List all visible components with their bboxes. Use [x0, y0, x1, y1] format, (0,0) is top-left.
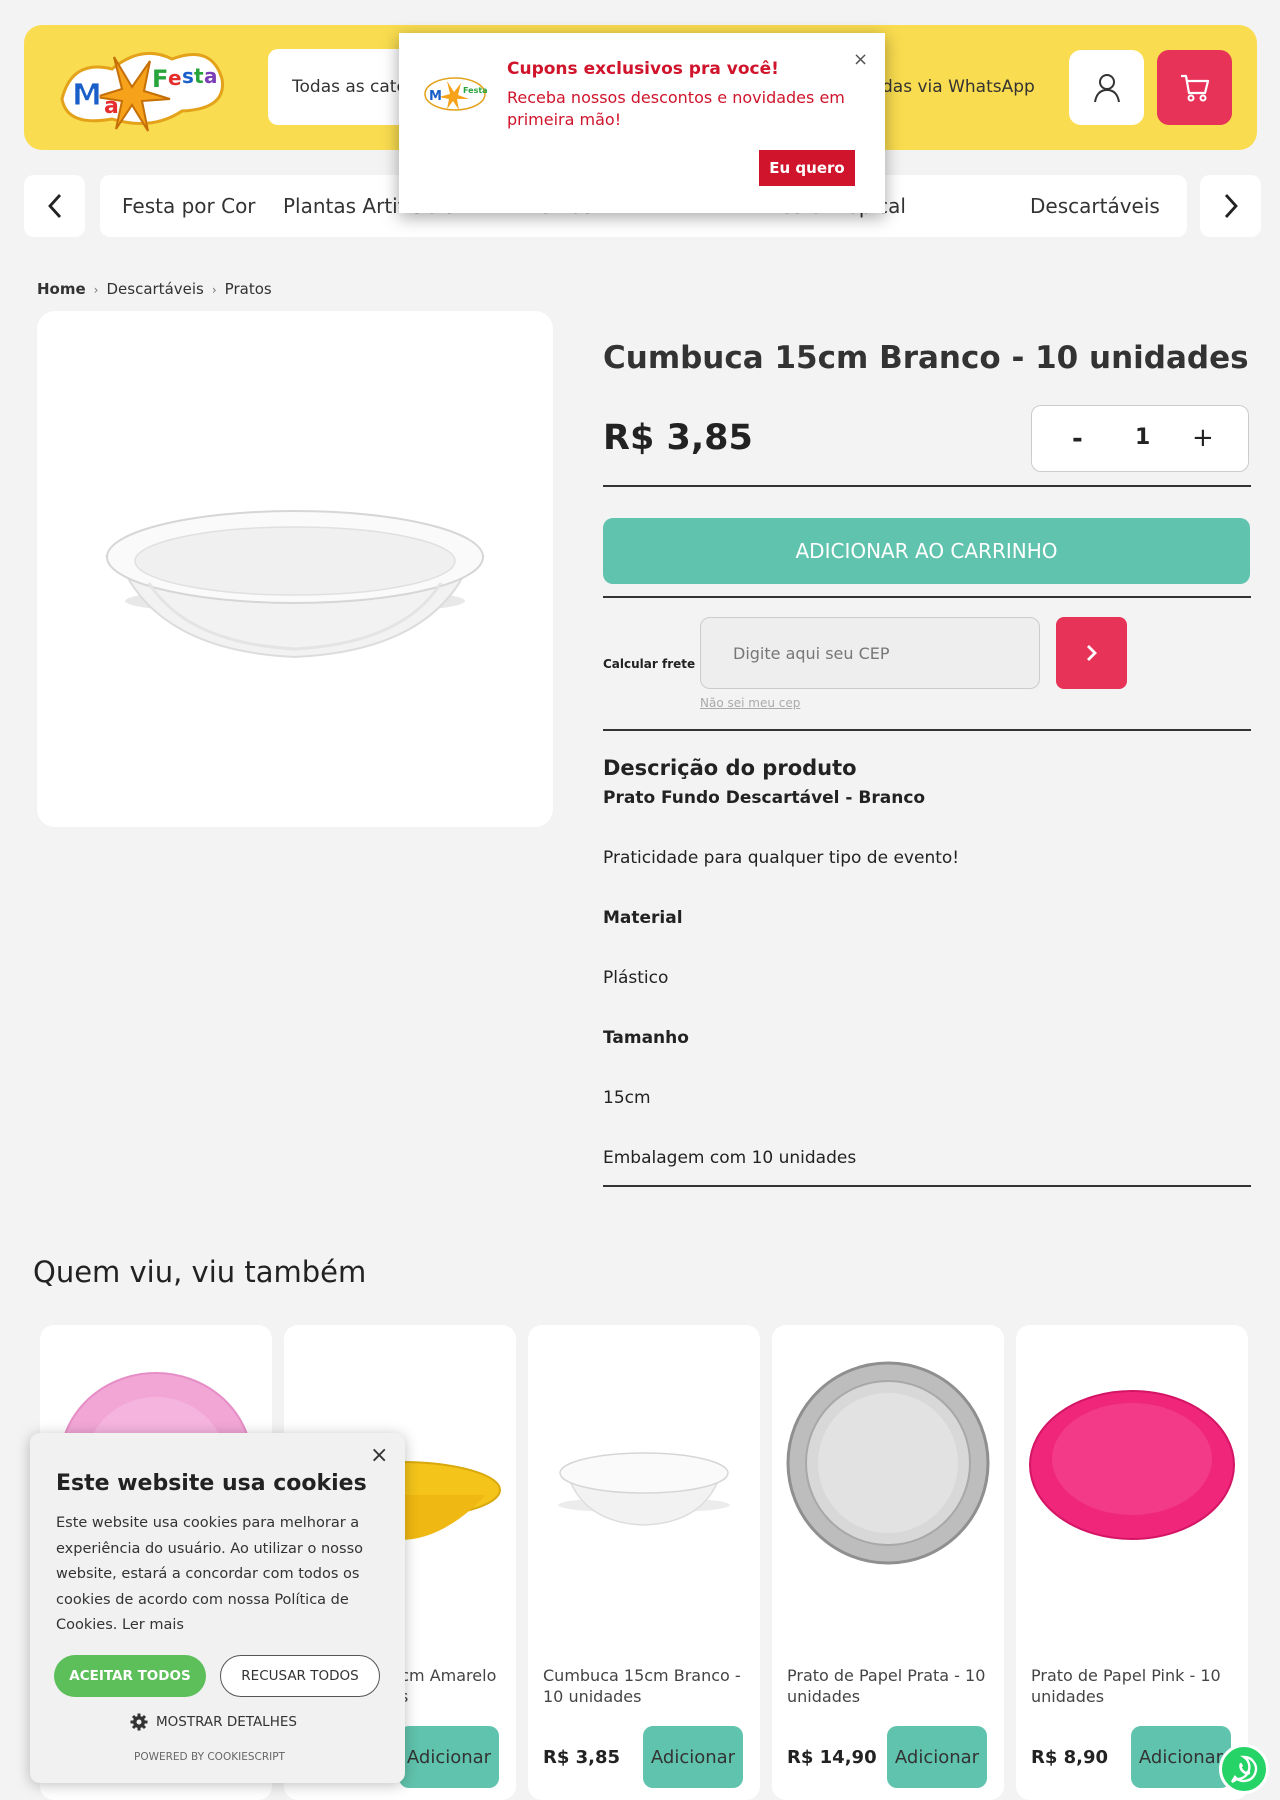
description-size-value: 15cm	[603, 1088, 651, 1108]
cookie-details-label: MOSTRAR DETALHES	[156, 1714, 297, 1730]
unknown-cep-link[interactable]: Não sei meu cep	[700, 696, 800, 710]
divider	[603, 485, 1251, 487]
product-card[interactable]: Cumbuca 15cm Branco - 10 unidades R$ 3,8…	[528, 1325, 760, 1800]
svg-text:M: M	[72, 78, 102, 113]
coupon-popup: M Festa Cupons exclusivos pra você! Rece…	[399, 33, 885, 213]
svg-text:e: e	[168, 66, 182, 90]
description-material-value: Plástico	[603, 968, 669, 988]
shipping-label: Calcular frete	[603, 657, 696, 671]
whatsapp-icon	[1230, 1755, 1258, 1784]
description-size-label: Tamanho	[603, 1028, 689, 1048]
cookie-details-button[interactable]: MOSTRAR DETALHES	[130, 1713, 297, 1731]
breadcrumb: Home › Descartáveis › Pratos	[37, 280, 272, 298]
cookie-text-body: Este website usa cookies para melhorar a…	[56, 1515, 363, 1633]
cookie-accept-button[interactable]: ACEITAR TODOS	[54, 1655, 206, 1697]
nav-item[interactable]: Descartáveis	[1030, 194, 1160, 218]
popup-logo: M Festa	[423, 75, 488, 113]
svg-text:s: s	[182, 64, 194, 88]
nav-prev-button[interactable]	[24, 175, 85, 237]
cookie-title: Este website usa cookies	[56, 1471, 367, 1496]
add-button[interactable]: Adicionar	[643, 1726, 743, 1788]
product-title: Cumbuca 15cm Branco - 10 unidades	[603, 340, 1249, 376]
cep-submit-button[interactable]	[1056, 617, 1127, 689]
breadcrumb-home[interactable]: Home	[37, 280, 86, 298]
add-button[interactable]: Adicionar	[1131, 1726, 1231, 1788]
product-card-price: R$ 14,90	[787, 1747, 877, 1768]
chevron-left-icon	[47, 194, 61, 218]
breadcrumb-level1[interactable]: Descartáveis	[106, 280, 203, 298]
cookie-close-icon[interactable]: ×	[370, 1443, 388, 1468]
product-card-image	[786, 1361, 990, 1565]
description-package: Embalagem com 10 unidades	[603, 1148, 857, 1168]
quantity-value[interactable]: 1	[1135, 425, 1150, 450]
cookie-text: Este website usa cookies para melhorar a…	[56, 1511, 381, 1639]
add-button[interactable]: Adicionar	[887, 1726, 987, 1788]
user-icon	[1093, 73, 1120, 102]
product-card[interactable]: Prato de Papel Pink - 10 unidades R$ 8,9…	[1016, 1325, 1248, 1800]
product-card-name[interactable]: Prato de Papel Pink - 10 unidades	[1031, 1665, 1236, 1707]
product-price: R$ 3,85	[603, 418, 753, 458]
breadcrumb-separator: ›	[211, 283, 217, 297]
quantity-increase-button[interactable]: +	[1192, 423, 1214, 453]
site-logo[interactable]: M a F e s t a	[52, 39, 232, 135]
svg-text:M: M	[429, 89, 442, 104]
product-image[interactable]	[37, 311, 553, 827]
product-card-image	[558, 1452, 730, 1526]
cookie-banner: × Este website usa cookies Este website …	[30, 1433, 405, 1783]
cart-icon	[1180, 74, 1209, 101]
cookie-reject-button[interactable]: RECUSAR TODOS	[220, 1655, 380, 1697]
quantity-stepper: - 1 +	[1031, 405, 1249, 472]
divider	[603, 1185, 1251, 1187]
chevron-right-icon	[1086, 645, 1097, 661]
cart-button[interactable]	[1157, 50, 1232, 125]
add-button[interactable]: Adicionar	[399, 1726, 499, 1788]
svg-text:t: t	[194, 64, 204, 88]
product-card[interactable]: Prato de Papel Prata - 10 unidades R$ 14…	[772, 1325, 1004, 1800]
nav-item[interactable]: Festa por Cor	[122, 194, 256, 218]
breadcrumb-level2[interactable]: Pratos	[225, 280, 272, 298]
svg-text:F: F	[152, 65, 168, 93]
divider	[603, 596, 1251, 598]
svg-text:Festa: Festa	[463, 86, 487, 95]
gear-icon	[130, 1713, 148, 1731]
product-card-name[interactable]: Cumbuca 15cm Branco - 10 unidades	[543, 1665, 748, 1707]
svg-text:a: a	[104, 94, 119, 119]
whatsapp-text[interactable]: das via WhatsApp	[882, 77, 1035, 97]
related-title: Quem viu, viu também	[33, 1255, 367, 1289]
chevron-right-icon	[1224, 194, 1238, 218]
svg-text:a: a	[204, 64, 218, 88]
divider	[603, 729, 1251, 731]
add-to-cart-button[interactable]: ADICIONAR AO CARRINHO	[603, 518, 1250, 584]
quantity-decrease-button[interactable]: -	[1072, 424, 1083, 454]
account-button[interactable]	[1069, 50, 1144, 125]
description-text: Praticidade para qualquer tipo de evento…	[603, 848, 960, 868]
cookie-read-more-link[interactable]: Ler mais	[122, 1617, 184, 1633]
cep-input[interactable]	[700, 617, 1040, 689]
product-card-price: R$ 3,85	[543, 1747, 621, 1768]
nav-next-button[interactable]	[1200, 175, 1261, 237]
popup-accept-button[interactable]: Eu quero	[759, 150, 855, 186]
description-subtitle: Prato Fundo Descartável - Branco	[603, 788, 926, 808]
description-material-label: Material	[603, 908, 683, 928]
cookie-powered-by[interactable]: POWERED BY COOKIESCRIPT	[134, 1751, 285, 1763]
breadcrumb-separator: ›	[93, 283, 99, 297]
product-card-image	[1029, 1390, 1235, 1540]
whatsapp-float-button[interactable]	[1219, 1744, 1269, 1794]
popup-title: Cupons exclusivos pra você!	[507, 59, 779, 79]
popup-close-icon[interactable]: ×	[853, 49, 868, 70]
product-card-price: R$ 8,90	[1031, 1747, 1109, 1768]
product-card-name[interactable]: Prato de Papel Prata - 10 unidades	[787, 1665, 992, 1707]
popup-text: Receba nossos descontos e novidades em p…	[507, 88, 845, 129]
description-title: Descrição do produto	[603, 756, 857, 780]
